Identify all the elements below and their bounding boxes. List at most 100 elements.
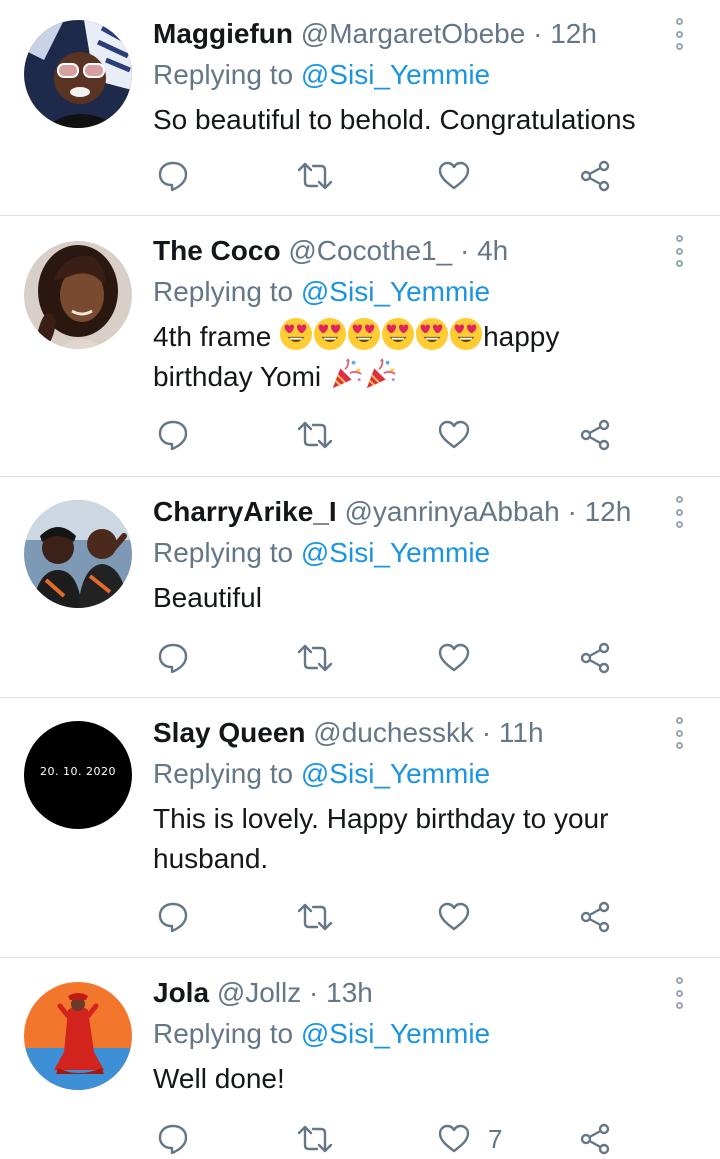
avatar[interactable]: 20. 10. 2020 <box>24 721 132 829</box>
like-button[interactable] <box>438 415 488 455</box>
retweet-button[interactable] <box>297 415 333 455</box>
tweet-text-line: This is lovely. Happy birthday to your <box>153 803 609 834</box>
tweet[interactable]: 20. 10. 2020 Slay Queen @duchesskk · 11h… <box>0 699 720 957</box>
reply-button[interactable] <box>157 156 189 196</box>
share-icon <box>580 901 610 933</box>
like-button[interactable] <box>438 638 488 678</box>
replying-to-link[interactable]: @Sisi_Yemmie <box>301 758 490 789</box>
replying-to-link[interactable]: @Sisi_Yemmie <box>301 537 490 568</box>
display-name[interactable]: Slay Queen <box>153 717 306 748</box>
replying-to-link[interactable]: @Sisi_Yemmie <box>301 1018 490 1049</box>
avatar[interactable] <box>24 241 132 349</box>
share-button[interactable] <box>579 638 611 678</box>
more-options-icon[interactable] <box>672 496 686 528</box>
heart-icon <box>438 902 470 931</box>
separator-dot: · <box>309 977 319 1008</box>
timestamp[interactable]: 12h <box>585 496 632 527</box>
heart-icon <box>438 420 470 449</box>
display-name[interactable]: Maggiefun <box>153 18 293 49</box>
share-icon <box>580 160 610 192</box>
user-handle: @Cocothe1_ <box>288 235 453 266</box>
display-name[interactable]: Jola <box>153 977 209 1008</box>
replying-to: Replying to @Sisi_Yemmie <box>153 1016 490 1052</box>
heart-eyes-emoji <box>416 317 449 351</box>
tweet-text: Beautiful <box>153 578 673 618</box>
avatar-date-text: 20. 10. 2020 <box>40 765 116 778</box>
replying-to: Replying to @Sisi_Yemmie <box>153 274 490 310</box>
share-button[interactable] <box>579 415 611 455</box>
retweet-icon <box>297 644 333 672</box>
heart-eyes-emoji <box>280 317 313 351</box>
tweet-divider <box>0 215 720 216</box>
reply-button[interactable] <box>157 415 189 455</box>
tweet-actions <box>0 156 720 196</box>
replying-to-link[interactable]: @Sisi_Yemmie <box>301 59 490 90</box>
like-button[interactable]: 7 <box>438 1119 502 1159</box>
tweet-header: CharryArike_I @yanrinyaAbbah · 12h <box>153 494 631 530</box>
tweet-text-line: 4th frame <box>153 321 272 352</box>
reply-button[interactable] <box>157 638 189 678</box>
tweet-text-line: Beautiful <box>153 582 262 613</box>
retweet-button[interactable] <box>297 156 333 196</box>
separator-dot: · <box>481 717 492 748</box>
timestamp[interactable]: 13h <box>326 977 373 1008</box>
like-button[interactable] <box>438 156 488 196</box>
retweet-button[interactable] <box>297 1119 333 1159</box>
retweet-button[interactable] <box>297 897 333 937</box>
tweet-header: Slay Queen @duchesskk · 11h <box>153 715 544 751</box>
replying-to-link[interactable]: @Sisi_Yemmie <box>301 276 490 307</box>
share-button[interactable] <box>579 156 611 196</box>
share-icon <box>580 642 610 674</box>
replying-to-label: Replying to <box>153 276 294 307</box>
share-button[interactable] <box>579 1119 611 1159</box>
tweet[interactable]: The Coco @Cocothe1_ · 4h Replying to @Si… <box>0 217 720 475</box>
more-options-icon[interactable] <box>672 977 686 1009</box>
reply-button[interactable] <box>157 1119 189 1159</box>
retweet-button[interactable] <box>297 638 333 678</box>
heart-eyes-emoji <box>348 317 381 351</box>
separator-dot: · <box>533 18 543 49</box>
display-name[interactable]: The Coco <box>153 235 281 266</box>
timestamp[interactable]: 12h <box>550 18 597 49</box>
more-options-icon[interactable] <box>672 717 686 749</box>
tweet-text-line: husband. <box>153 843 269 874</box>
heart-icon <box>438 1124 470 1153</box>
avatar[interactable] <box>24 500 132 608</box>
tweet[interactable]: CharryArike_I @yanrinyaAbbah · 12h Reply… <box>0 478 720 696</box>
separator-dot: · <box>567 496 577 527</box>
share-icon <box>580 1123 610 1155</box>
replying-to: Replying to @Sisi_Yemmie <box>153 756 490 792</box>
timestamp[interactable]: 11h <box>499 717 544 748</box>
more-options-icon[interactable] <box>672 18 686 50</box>
replying-to-label: Replying to <box>153 537 294 568</box>
avatar[interactable] <box>24 20 132 128</box>
tweet-text-line: happy <box>483 321 560 352</box>
tweet-text-line: birthday Yomi <box>153 361 322 392</box>
tweet-actions: 7 <box>0 1119 720 1159</box>
more-options-icon[interactable] <box>672 235 686 267</box>
party-popper-emoji <box>366 358 396 389</box>
replying-to: Replying to @Sisi_Yemmie <box>153 535 490 571</box>
tweet-text-line: Well done! <box>153 1063 285 1094</box>
reply-icon <box>158 420 188 451</box>
heart-eyes-emoji <box>450 317 483 351</box>
avatar[interactable] <box>24 982 132 1090</box>
replying-to-label: Replying to <box>153 59 294 90</box>
tweet-divider <box>0 476 720 477</box>
tweet[interactable]: Maggiefun @MargaretObebe · 12h Replying … <box>0 0 720 216</box>
retweet-icon <box>297 421 333 449</box>
user-handle: @yanrinyaAbbah <box>344 496 560 527</box>
reply-button[interactable] <box>157 897 189 937</box>
display-name[interactable]: CharryArike_I <box>153 496 337 527</box>
replying-to: Replying to @Sisi_Yemmie <box>153 57 490 93</box>
tweet-actions <box>0 415 720 455</box>
heart-eyes-emoji <box>314 317 347 351</box>
like-count: 7 <box>488 1123 503 1154</box>
party-popper-emoji <box>332 358 362 389</box>
timestamp[interactable]: 4h <box>477 235 508 266</box>
tweet[interactable]: Jola @Jollz · 13h Replying to @Sisi_Yemm… <box>0 959 720 1155</box>
like-button[interactable] <box>438 897 488 937</box>
share-button[interactable] <box>579 897 611 937</box>
tweet-header: Jola @Jollz · 13h <box>153 975 373 1011</box>
tweet-actions <box>0 638 720 678</box>
